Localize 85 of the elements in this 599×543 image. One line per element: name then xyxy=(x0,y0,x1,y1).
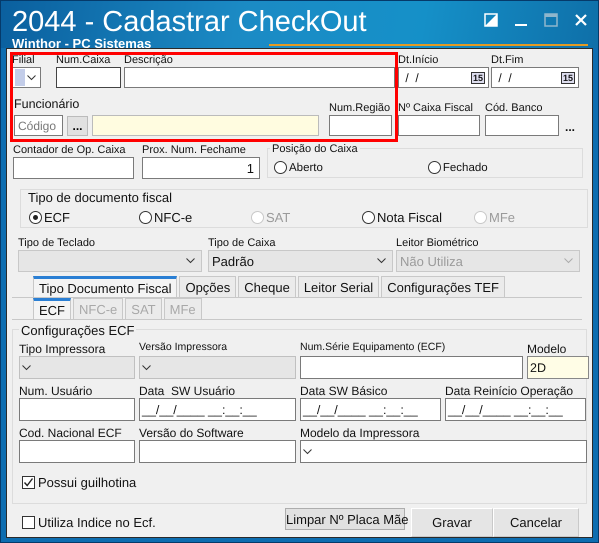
text-field[interactable] xyxy=(300,356,523,379)
text-field[interactable]: __/__/____ __:__:__ xyxy=(300,398,441,421)
radio-option[interactable]: Fechado xyxy=(428,161,488,174)
action-button[interactable]: Gravar xyxy=(411,508,493,537)
field-label: Num. Usuário xyxy=(19,384,94,398)
calendar-button[interactable]: 15 xyxy=(470,72,485,84)
field-label: Num.Caixa xyxy=(56,54,112,67)
field-label: Num.Série Equipamento (ECF) xyxy=(300,340,446,354)
field-label: Data SW Usuário xyxy=(139,384,236,398)
radio-option[interactable]: Nota Fiscal xyxy=(362,210,442,225)
dropdown-field[interactable] xyxy=(19,356,135,379)
window-title: 2044 - Cadastrar CheckOut xyxy=(12,7,367,37)
chevron-icon xyxy=(142,364,151,370)
text-field[interactable]: __/__/____ __:__:__ xyxy=(445,398,586,421)
text-field[interactable] xyxy=(124,67,395,88)
chevron-icon xyxy=(22,364,31,370)
text-field[interactable]: __/__/____ __:__:__ xyxy=(139,398,296,421)
date-field[interactable]: / / 15 xyxy=(491,67,579,88)
radio-option[interactable]: ECF xyxy=(29,210,70,225)
dropdown-field[interactable] xyxy=(300,440,587,463)
field-label: Contador de Op. Caixa xyxy=(13,144,127,157)
field-label: Data SW Básico xyxy=(300,384,388,398)
field-label: Num.Região xyxy=(329,102,392,115)
field-label: Modelo xyxy=(527,342,568,356)
field-label: Cod. Nacional ECF xyxy=(19,426,123,440)
field-label: Data Reinício Operação xyxy=(445,384,574,398)
action-button[interactable]: Cancelar xyxy=(493,508,579,537)
chevron-icon xyxy=(27,74,36,80)
group-title: Tipo de documento fiscal xyxy=(26,191,174,204)
calendar-button[interactable]: 15 xyxy=(560,72,575,84)
chevron-icon xyxy=(186,258,195,264)
dropdown-field[interactable] xyxy=(18,250,202,272)
field-label: Dt.Início xyxy=(398,54,440,67)
field-label: Tipo Impressora xyxy=(19,342,106,356)
tab[interactable]: Cheque xyxy=(238,276,296,297)
text-field[interactable] xyxy=(485,115,559,136)
tab[interactable]: Opções xyxy=(179,276,236,297)
employee-name-field[interactable] xyxy=(92,115,319,136)
field-label: Leitor Biométrico xyxy=(396,237,480,250)
text-field[interactable] xyxy=(19,440,135,463)
group-title: Configurações ECF xyxy=(19,324,136,337)
resize-icon[interactable] xyxy=(484,13,498,27)
dropdown-field[interactable] xyxy=(139,356,296,379)
chevron-icon xyxy=(564,258,573,264)
group-title: Posição do Caixa xyxy=(270,143,360,156)
text-field[interactable] xyxy=(56,67,121,88)
checkbox[interactable]: Possui guilhotina xyxy=(22,475,586,490)
tab[interactable]: ECF xyxy=(33,298,71,319)
text-field[interactable] xyxy=(19,398,135,421)
maximize-icon[interactable] xyxy=(544,13,558,27)
tab[interactable]: Configurações TEF xyxy=(381,276,505,297)
text-field[interactable] xyxy=(329,115,392,136)
field-label: Tipo de Teclado xyxy=(18,237,96,250)
tab[interactable]: Leitor Serial xyxy=(298,276,380,297)
text-field[interactable] xyxy=(13,157,134,179)
close-icon[interactable] xyxy=(574,13,588,27)
checkbox[interactable]: Utiliza Indice no Ecf. xyxy=(22,515,285,530)
radio-option[interactable]: NFC-e xyxy=(139,210,192,225)
text-field[interactable] xyxy=(398,115,480,136)
field-label: Prox. Num. Fechame xyxy=(142,144,247,157)
code-field[interactable]: Código xyxy=(14,115,63,136)
field-label: Funcionário xyxy=(14,97,80,112)
dropdown-field[interactable]: Padrão xyxy=(208,250,393,272)
field-label: Versão do Software xyxy=(139,426,245,440)
field-label: Descrição xyxy=(124,54,174,67)
branch-dropdown[interactable] xyxy=(12,67,41,88)
window-subtitle: Winthor - PC Sistemas xyxy=(12,37,152,50)
checkmark-icon xyxy=(23,477,34,488)
field-label: Tipo de Caixa xyxy=(208,237,276,250)
field-label: Dt.Fim xyxy=(491,54,524,67)
text-field[interactable] xyxy=(139,440,296,463)
chevron-icon xyxy=(303,448,312,454)
radio-option[interactable]: Aberto xyxy=(274,161,323,174)
lookup-button[interactable]: ... xyxy=(67,116,88,136)
field-label: Versão Impressora xyxy=(139,340,228,354)
field-label: Cód. Banco xyxy=(485,102,544,115)
date-field[interactable]: / / 15 xyxy=(398,67,489,88)
field-label: Filial xyxy=(12,54,36,67)
lookup-link[interactable]: ... xyxy=(565,120,576,134)
field-label: Modelo da Impressora xyxy=(300,426,420,440)
number-field[interactable]: 1 xyxy=(142,157,260,179)
chevron-icon xyxy=(377,258,386,264)
text-field[interactable]: 2D xyxy=(527,356,589,379)
tab[interactable]: Tipo Documento Fiscal xyxy=(33,276,178,297)
field-label: Nº Caixa Fiscal xyxy=(398,102,474,115)
